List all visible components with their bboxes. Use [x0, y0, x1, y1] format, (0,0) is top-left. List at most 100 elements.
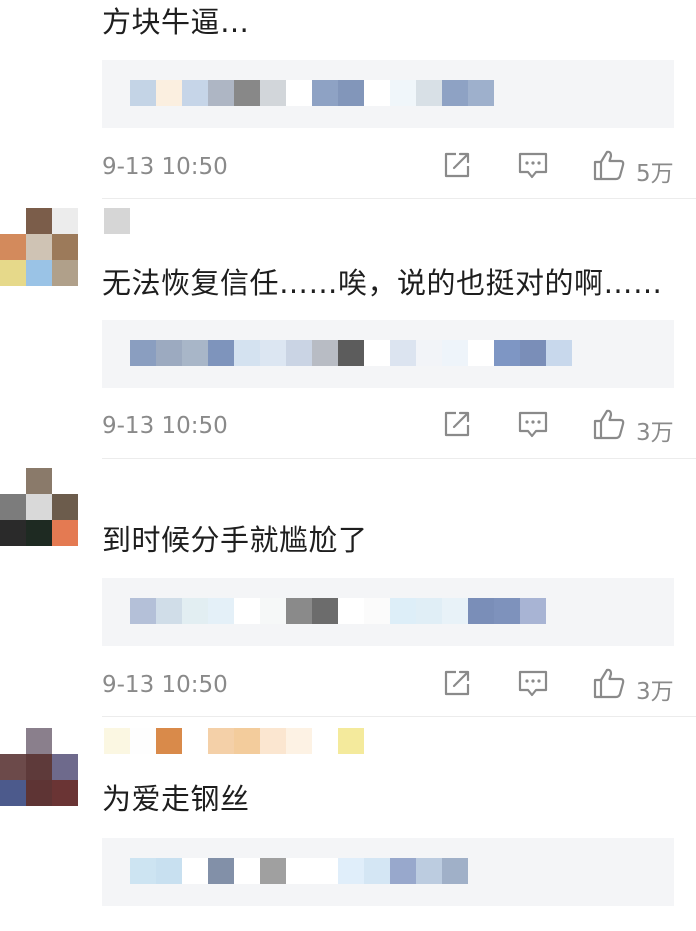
reply-pixel — [208, 80, 234, 106]
reply-pixel — [494, 598, 520, 624]
reply-button[interactable] — [516, 407, 550, 441]
reply-pixel — [286, 340, 312, 366]
reply-pixel — [208, 340, 234, 366]
reply-blur — [130, 80, 494, 106]
reply-pixel — [130, 858, 156, 884]
like-count: 3万 — [636, 679, 674, 705]
avatar-pixel — [0, 494, 26, 520]
avatar-pixel — [0, 754, 26, 780]
thumbs-up-icon — [593, 150, 625, 181]
reply-preview[interactable] — [102, 838, 674, 906]
username-pixel — [312, 728, 338, 754]
username-pixel — [208, 728, 234, 754]
avatar[interactable] — [0, 728, 78, 806]
like-count: 5万 — [636, 161, 674, 187]
avatar-pixel — [52, 520, 78, 546]
reply-preview[interactable] — [102, 578, 674, 646]
reply-pixel — [260, 80, 286, 106]
reply-pixel — [234, 80, 260, 106]
comment-icon — [518, 670, 548, 697]
avatar[interactable] — [0, 468, 78, 546]
reply-button[interactable] — [516, 666, 550, 700]
reply-pixel — [286, 80, 312, 106]
reply-pixel — [520, 340, 546, 366]
reply-pixel — [416, 598, 442, 624]
avatar-pixel — [0, 260, 26, 286]
reply-pixel — [390, 598, 416, 624]
avatar-pixel — [0, 520, 26, 546]
reply-preview[interactable] — [102, 60, 674, 128]
avatar-pixel — [26, 754, 52, 780]
timestamp: 9-13 10:50 — [102, 413, 228, 439]
reply-pixel — [442, 598, 468, 624]
username-pixel — [260, 728, 286, 754]
reply-pixel — [312, 80, 338, 106]
reply-pixel — [416, 340, 442, 366]
reply-pixel — [130, 340, 156, 366]
reply-preview[interactable] — [102, 320, 674, 388]
reply-pixel — [338, 80, 364, 106]
avatar-pixel — [52, 728, 78, 754]
like-button[interactable] — [592, 407, 626, 441]
reply-pixel — [286, 598, 312, 624]
avatar-pixel — [0, 468, 26, 494]
share-button[interactable] — [440, 407, 474, 441]
share-icon — [444, 152, 470, 178]
comment-meta: 9-13 10:50 3万 — [102, 666, 682, 706]
comment-icon — [518, 152, 548, 179]
reply-pixel — [208, 858, 234, 884]
avatar-pixel — [26, 260, 52, 286]
reply-pixel — [390, 340, 416, 366]
comment-text: 为爱走钢丝 — [102, 782, 250, 816]
like-button[interactable] — [592, 666, 626, 700]
reply-pixel — [286, 858, 312, 884]
avatar-pixel — [52, 234, 78, 260]
avatar-pixel — [52, 494, 78, 520]
comment-text: 无法恢复信任……唉，说的也挺对的啊…… — [102, 266, 663, 300]
share-icon — [444, 670, 470, 696]
avatar-pixel — [26, 468, 52, 494]
avatar-pixel — [0, 780, 26, 806]
reply-pixel — [130, 598, 156, 624]
avatar[interactable] — [0, 0, 78, 26]
reply-blur — [130, 340, 572, 366]
timestamp: 9-13 10:50 — [102, 154, 228, 180]
reply-pixel — [182, 80, 208, 106]
reply-pixel — [442, 340, 468, 366]
reply-pixel — [234, 598, 260, 624]
reply-pixel — [390, 80, 416, 106]
reply-pixel — [442, 80, 468, 106]
reply-pixel — [312, 598, 338, 624]
comment-icon — [518, 411, 548, 438]
reply-pixel — [156, 340, 182, 366]
timestamp: 9-13 10:50 — [102, 672, 228, 698]
username[interactable] — [104, 728, 364, 754]
reply-blur — [130, 858, 468, 884]
reply-pixel — [520, 598, 546, 624]
comment-meta: 9-13 10:50 5万 — [102, 148, 682, 188]
reply-pixel — [182, 340, 208, 366]
like-button[interactable] — [592, 148, 626, 182]
reply-blur — [130, 598, 546, 624]
username-pixel — [104, 208, 130, 234]
avatar-pixel — [52, 780, 78, 806]
reply-pixel — [364, 858, 390, 884]
avatar[interactable] — [0, 208, 78, 286]
share-button[interactable] — [440, 666, 474, 700]
divider — [102, 458, 696, 459]
avatar-pixel — [0, 208, 26, 234]
reply-button[interactable] — [516, 148, 550, 182]
username[interactable] — [104, 208, 130, 234]
divider — [102, 716, 696, 717]
avatar-pixel — [26, 234, 52, 260]
reply-pixel — [234, 858, 260, 884]
reply-pixel — [338, 598, 364, 624]
like-count: 3万 — [636, 420, 674, 446]
reply-pixel — [156, 598, 182, 624]
share-button[interactable] — [440, 148, 474, 182]
username-pixel — [286, 728, 312, 754]
reply-pixel — [546, 340, 572, 366]
avatar-pixel — [0, 234, 26, 260]
reply-pixel — [390, 858, 416, 884]
share-icon — [444, 411, 470, 437]
